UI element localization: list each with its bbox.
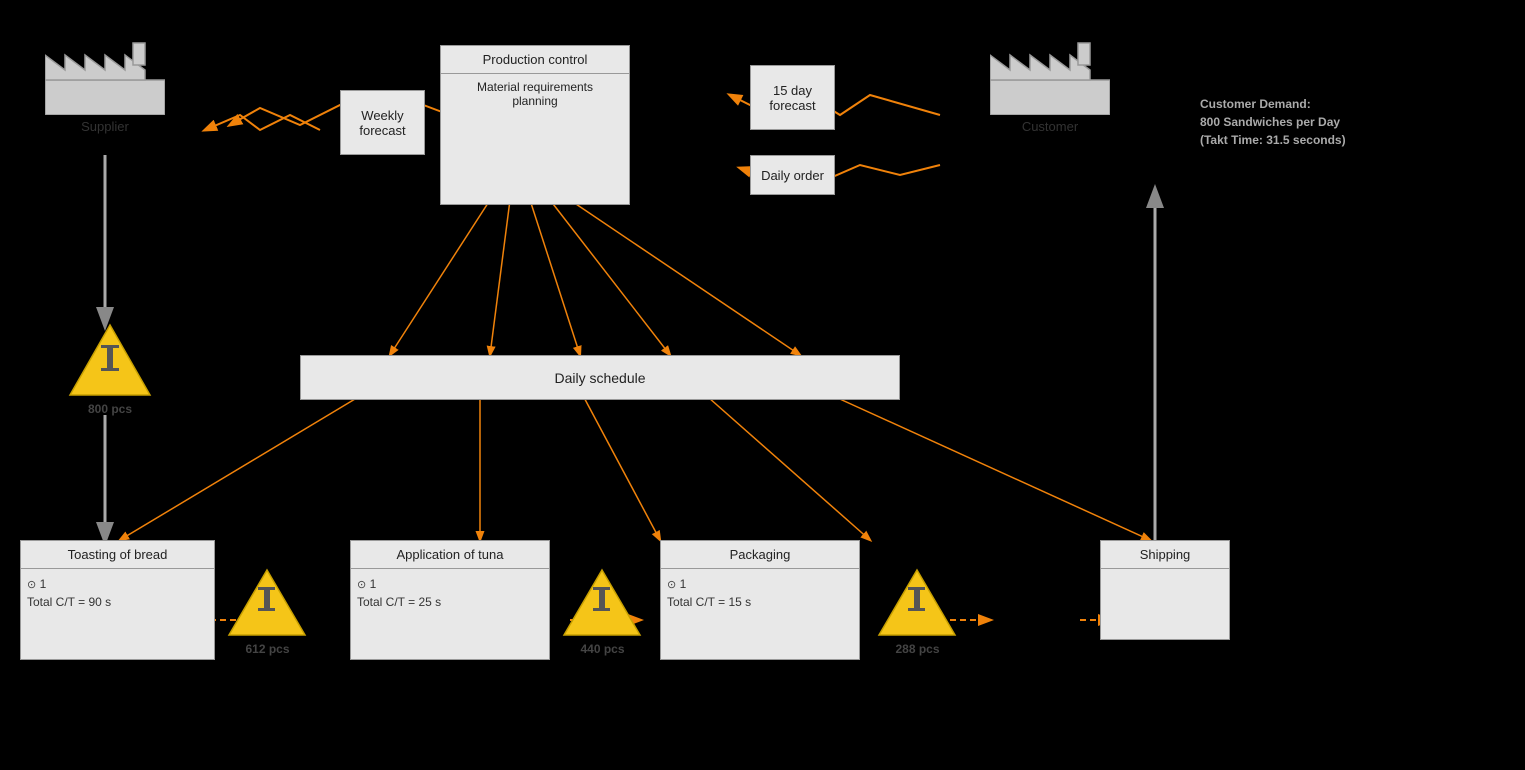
- process-shipping-body: [1101, 569, 1229, 585]
- process-packaging-operator: ⊙ 1: [667, 577, 853, 591]
- inventory-supplier: 800 pcs: [65, 320, 155, 416]
- weekly-forecast-box: Weekly forecast: [340, 90, 425, 155]
- inventory-3: 288 pcs: [875, 565, 960, 656]
- daily-schedule-box: Daily schedule: [300, 355, 900, 400]
- process-packaging-ct: Total C/T = 15 s: [667, 595, 853, 609]
- process-tuna-title: Application of tuna: [351, 541, 549, 569]
- day15-forecast-box: 15 day forecast: [750, 65, 835, 130]
- customer-label: Customer: [1022, 119, 1078, 134]
- daily-order-label: Daily order: [761, 168, 824, 183]
- day15-forecast-label: 15 day forecast: [769, 83, 815, 113]
- process-tuna-body: ⊙ 1 Total C/T = 25 s: [351, 569, 549, 617]
- inventory-1-label: 612 pcs: [245, 642, 289, 656]
- customer-factory: Customer: [990, 35, 1110, 134]
- weekly-forecast-label: Weekly forecast: [359, 108, 405, 138]
- inventory-supplier-label: 800 pcs: [88, 402, 132, 416]
- process-tuna-operator: ⊙ 1: [357, 577, 543, 591]
- customer-demand-line3: (Takt Time: 31.5 seconds): [1200, 131, 1346, 149]
- inventory-2: 440 pcs: [560, 565, 645, 656]
- daily-order-box: Daily order: [750, 155, 835, 195]
- process-tuna-ct: Total C/T = 25 s: [357, 595, 543, 609]
- process-packaging-body: ⊙ 1 Total C/T = 15 s: [661, 569, 859, 617]
- inventory-3-label: 288 pcs: [895, 642, 939, 656]
- process-toasting-ct: Total C/T = 90 s: [27, 595, 208, 609]
- process-tuna-box: Application of tuna ⊙ 1 Total C/T = 25 s: [350, 540, 550, 660]
- process-toasting-body: ⊙ 1 Total C/T = 90 s: [21, 569, 214, 617]
- process-shipping-box: Shipping: [1100, 540, 1230, 640]
- production-control-sub: Material requirementsplanning: [441, 74, 629, 114]
- supplier-factory: Supplier: [45, 35, 165, 134]
- customer-demand-line1: Customer Demand:: [1200, 95, 1346, 113]
- process-toasting-box: Toasting of bread ⊙ 1 Total C/T = 90 s: [20, 540, 215, 660]
- process-shipping-title: Shipping: [1101, 541, 1229, 569]
- production-control-box: Production control Material requirements…: [440, 45, 630, 205]
- process-packaging-title: Packaging: [661, 541, 859, 569]
- process-packaging-box: Packaging ⊙ 1 Total C/T = 15 s: [660, 540, 860, 660]
- supplier-label: Supplier: [81, 119, 129, 134]
- daily-schedule-label: Daily schedule: [554, 370, 645, 386]
- customer-demand-line2: 800 Sandwiches per Day: [1200, 113, 1346, 131]
- process-toasting-title: Toasting of bread: [21, 541, 214, 569]
- process-toasting-operator: ⊙ 1: [27, 577, 208, 591]
- production-control-title: Production control: [441, 46, 629, 74]
- inventory-1: 612 pcs: [225, 565, 310, 656]
- inventory-2-label: 440 pcs: [580, 642, 624, 656]
- customer-demand-info: Customer Demand: 800 Sandwiches per Day …: [1200, 95, 1346, 149]
